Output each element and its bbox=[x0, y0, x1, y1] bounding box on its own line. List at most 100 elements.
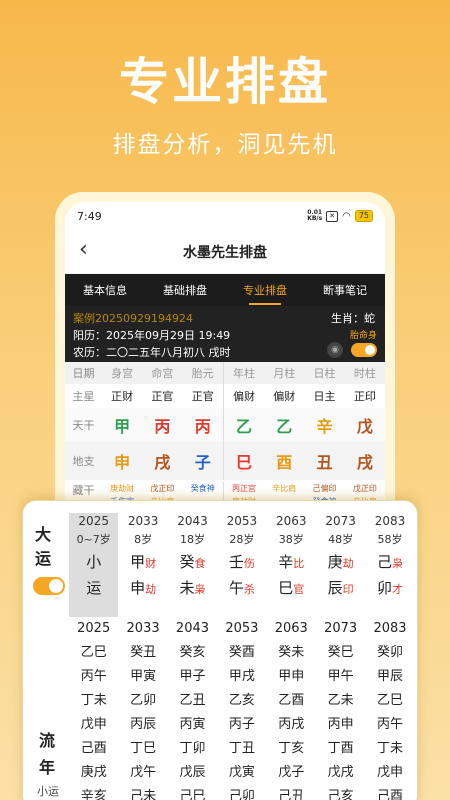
liunian-cell[interactable]: 丙午 bbox=[69, 665, 118, 689]
dayun-column[interactable]: 2073 48岁 庚劫 辰印 bbox=[316, 513, 365, 617]
dayun-year: 2033 bbox=[127, 514, 159, 528]
liunian-year[interactable]: 2033 bbox=[118, 617, 167, 641]
dayun-char: 庚 bbox=[327, 553, 343, 571]
dayun-column[interactable]: 2083 58岁 己枭 卯才 bbox=[365, 513, 414, 617]
liunian-cell[interactable]: 丁卯 bbox=[168, 737, 217, 761]
tab-pro-chart[interactable]: 专业排盘 bbox=[239, 278, 291, 305]
dayun-char: 癸 bbox=[179, 553, 195, 571]
liunian-cell[interactable]: 丙戌 bbox=[267, 713, 316, 737]
tab-basic-chart[interactable]: 基础排盘 bbox=[159, 278, 211, 302]
zhuxing-cell: 偏财 bbox=[232, 390, 255, 403]
liunian-cell[interactable]: 甲午 bbox=[316, 665, 365, 689]
liunian-cell[interactable]: 戊子 bbox=[267, 761, 316, 785]
dayun-age: 38岁 bbox=[278, 533, 304, 546]
liunian-cell[interactable]: 丁未 bbox=[365, 737, 414, 761]
tiangan-cell: 乙 bbox=[276, 417, 293, 436]
taiming-toggle[interactable] bbox=[351, 343, 377, 357]
tab-basic-info[interactable]: 基本信息 bbox=[79, 278, 131, 302]
liunian-cell[interactable]: 癸丑 bbox=[118, 641, 167, 665]
dayun-year: 2053 bbox=[226, 514, 258, 528]
dayun-char: 申 bbox=[130, 579, 146, 597]
liunian-cell[interactable]: 戊午 bbox=[118, 761, 167, 785]
eye-icon[interactable]: ◉ bbox=[327, 342, 343, 358]
liunian-cell[interactable]: 癸巳 bbox=[316, 641, 365, 665]
dayun-column[interactable]: 2043 18岁 癸食 未枭 bbox=[168, 513, 217, 617]
liunian-cell[interactable]: 己酉 bbox=[69, 737, 118, 761]
header-shengong: 身宫 bbox=[111, 367, 134, 380]
liunian-row: 戊申 丙辰 丙寅 丙子 丙戌 丙申 丙午 bbox=[69, 713, 415, 737]
liunian-cell[interactable]: 甲寅 bbox=[118, 665, 167, 689]
liunian-cell[interactable]: 甲申 bbox=[267, 665, 316, 689]
liunian-cell[interactable]: 丁亥 bbox=[267, 737, 316, 761]
liunian-table: 2025 2033 2043 2053 2063 2073 2083 乙巳 癸丑癸… bbox=[69, 617, 415, 800]
header-year-pillar: 年柱 bbox=[232, 367, 255, 380]
dayun-gan: 癸食 bbox=[168, 549, 217, 575]
dayun-age: 28岁 bbox=[229, 533, 255, 546]
liunian-cell[interactable]: 戊寅 bbox=[217, 761, 266, 785]
dayun-char: 甲 bbox=[130, 553, 146, 571]
wifi-icon: ◠ bbox=[342, 210, 351, 222]
dayun-shishen: 杀 bbox=[243, 583, 255, 596]
liunian-cell[interactable]: 乙巳 bbox=[365, 689, 414, 713]
dizhi-cell: 申 bbox=[114, 453, 131, 472]
liunian-cell[interactable]: 丁丑 bbox=[217, 737, 266, 761]
canggan-item: 己偏印 bbox=[312, 484, 337, 493]
liunian-cell[interactable]: 甲辰 bbox=[365, 665, 414, 689]
liunian-cell[interactable]: 乙巳 bbox=[69, 641, 118, 665]
liunian-cell[interactable]: 甲戌 bbox=[217, 665, 266, 689]
liunian-cell[interactable]: 癸亥 bbox=[168, 641, 217, 665]
liunian-cell[interactable]: 丁酉 bbox=[316, 737, 365, 761]
liunian-row: 丁未 乙卯 乙丑 乙亥 乙酉 乙未 乙巳 bbox=[69, 689, 415, 713]
liunian-cell[interactable]: 丙午 bbox=[365, 713, 414, 737]
liunian-year[interactable]: 2025 bbox=[69, 617, 118, 641]
tiangan-cell: 辛 bbox=[316, 417, 333, 436]
dayun-column[interactable]: 2025 0~7岁 小 运 bbox=[69, 513, 119, 617]
liunian-cell[interactable]: 己丑 bbox=[267, 785, 316, 800]
liunian-cell[interactable]: 庚戌 bbox=[69, 761, 118, 785]
liunian-cell[interactable]: 己卯 bbox=[217, 785, 266, 800]
row-label: 地支 bbox=[72, 455, 95, 468]
dayun-column[interactable]: 2053 28岁 壬伤 午杀 bbox=[217, 513, 266, 617]
liunian-cell[interactable]: 己巳 bbox=[168, 785, 217, 800]
liunian-cell[interactable]: 乙未 bbox=[316, 689, 365, 713]
liunian-year[interactable]: 2083 bbox=[365, 617, 414, 641]
liunian-cell[interactable]: 丙申 bbox=[316, 713, 365, 737]
liunian-cell[interactable]: 乙卯 bbox=[118, 689, 167, 713]
liunian-cell[interactable]: 己酉 bbox=[365, 785, 414, 800]
liunian-cell[interactable]: 甲子 bbox=[168, 665, 217, 689]
liunian-year[interactable]: 2063 bbox=[267, 617, 316, 641]
liunian-cell[interactable]: 癸酉 bbox=[217, 641, 266, 665]
liunian-year[interactable]: 2053 bbox=[217, 617, 266, 641]
liunian-cell[interactable]: 戊申 bbox=[365, 761, 414, 785]
liunian-year[interactable]: 2073 bbox=[316, 617, 365, 641]
liunian-cell[interactable]: 乙丑 bbox=[168, 689, 217, 713]
header-day-pillar: 日柱 bbox=[313, 367, 336, 380]
sheet-side-labels: 大运 流年 小运 bbox=[23, 501, 65, 800]
liunian-cell[interactable]: 戊辰 bbox=[168, 761, 217, 785]
back-icon[interactable]: ‹ bbox=[79, 239, 88, 261]
liunian-cell[interactable]: 乙亥 bbox=[217, 689, 266, 713]
dayun-column[interactable]: 2063 38岁 辛比 巳官 bbox=[267, 513, 316, 617]
liunian-cell[interactable]: 乙酉 bbox=[267, 689, 316, 713]
liunian-cell[interactable]: 丙辰 bbox=[118, 713, 167, 737]
liunian-cell[interactable]: 戊申 bbox=[69, 713, 118, 737]
tab-notes[interactable]: 断事笔记 bbox=[319, 278, 371, 302]
dayun-char: 卯 bbox=[377, 579, 393, 597]
liunian-cell[interactable]: 丙子 bbox=[217, 713, 266, 737]
liunian-year[interactable]: 2043 bbox=[168, 617, 217, 641]
liunian-cell[interactable]: 己未 bbox=[118, 785, 167, 800]
dizhi-cell: 戌 bbox=[356, 453, 373, 472]
liunian-cell[interactable]: 丁未 bbox=[69, 689, 118, 713]
liunian-cell[interactable]: 癸卯 bbox=[365, 641, 414, 665]
liunian-cell[interactable]: 丁巳 bbox=[118, 737, 167, 761]
liunian-cell[interactable]: 戊戌 bbox=[316, 761, 365, 785]
liunian-cell[interactable]: 癸未 bbox=[267, 641, 316, 665]
dayun-char: 未 bbox=[179, 579, 195, 597]
dayun-toggle[interactable] bbox=[33, 577, 65, 595]
liunian-cell[interactable]: 丙寅 bbox=[168, 713, 217, 737]
row-label: 天干 bbox=[72, 419, 95, 432]
dayun-char: 小 bbox=[86, 553, 102, 571]
dayun-column[interactable]: 2033 8岁 甲财 申劫 bbox=[118, 513, 167, 617]
liunian-cell[interactable]: 辛亥 bbox=[69, 785, 118, 800]
liunian-cell[interactable]: 己亥 bbox=[316, 785, 365, 800]
